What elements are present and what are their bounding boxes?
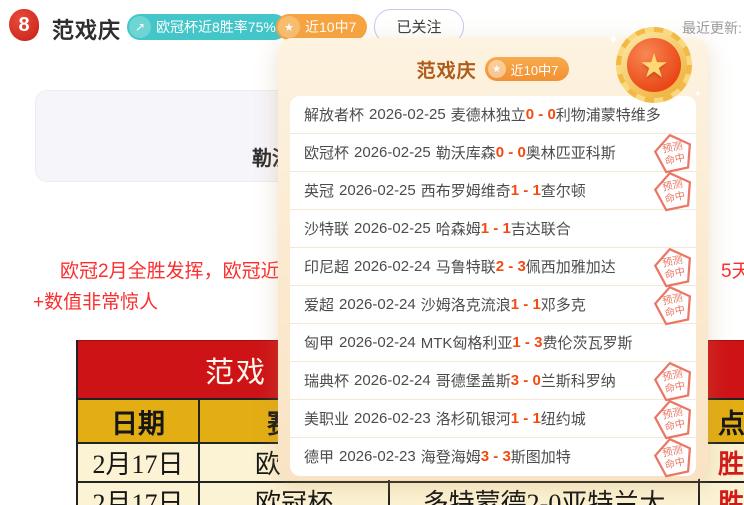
match-home: 勒沃库森: [436, 142, 496, 163]
match-score: 0 - 0: [526, 106, 556, 123]
last-update-label: 最近更新:: [682, 18, 742, 38]
match-away: 兰斯科罗纳: [541, 370, 616, 391]
match-home: 哈森姆: [436, 218, 481, 239]
match-home: 马鲁特联: [436, 256, 496, 277]
match-league: 印尼超: [304, 256, 349, 277]
match-home: 哥德堡盖斯: [436, 370, 511, 391]
match-away: 奥林匹亚科斯: [526, 142, 616, 163]
table-row: 2月17日 欧冠杯 多特蒙德2-0亚特兰大 胜: [78, 481, 744, 505]
popup-hits-badge-label: 近10中7: [511, 60, 559, 79]
match-row[interactable]: 英冠 2026-02-25 西布罗姆维奇 1 - 1 查尔顿 预测命中: [290, 172, 696, 210]
match-row[interactable]: 匈甲 2026-02-24 MTK匈格利亚 1 - 3 费伦茨瓦罗斯 预测命中: [290, 324, 696, 362]
match-home: 沙姆洛克流浪: [421, 294, 511, 315]
win-rate-badge-label: 欧冠杯近8胜率75%: [156, 17, 276, 37]
logo-glyph: 8: [18, 14, 29, 37]
match-away: 利物浦蒙特维多: [556, 104, 661, 125]
prediction-hit-stamp-icon: 预测命中: [649, 280, 698, 329]
match-score: 2 - 3: [496, 258, 526, 275]
match-home: 麦德林独立: [451, 104, 526, 125]
match-row[interactable]: 欧冠杯 2026-02-25 勒沃库森 0 - 0 奥林匹亚科斯 预测命中: [290, 134, 696, 172]
prediction-hit-stamp-icon: 预测命中: [649, 166, 698, 215]
match-date: 2026-02-23: [354, 410, 431, 427]
site-logo-icon[interactable]: 8: [9, 9, 39, 41]
match-date: 2026-02-24: [339, 334, 416, 351]
match-list: 解放者杯 2026-02-25 麦德林独立 0 - 0 利物浦蒙特维多 预测命中…: [290, 96, 696, 476]
cell-result: 胜: [700, 483, 744, 505]
prediction-hit-stamp-icon: 预测命中: [649, 432, 698, 481]
match-score: 1 - 1: [511, 296, 541, 313]
match-row[interactable]: 解放者杯 2026-02-25 麦德林独立 0 - 0 利物浦蒙特维多 预测命中: [290, 96, 696, 134]
match-league: 美职业: [304, 408, 349, 429]
promo-text-line1-right: 5天: [721, 256, 744, 283]
match-league: 英冠: [304, 180, 334, 201]
match-row[interactable]: 德甲 2026-02-23 海登海姆 3 - 3 斯图加特 预测命中: [290, 438, 696, 475]
cell-event: 欧冠杯: [200, 483, 390, 505]
popup-expert-name: 范戏庆: [417, 56, 477, 83]
match-home: 西布罗姆维奇: [421, 180, 511, 201]
match-league: 欧冠杯: [304, 142, 349, 163]
match-score: 1 - 1: [511, 182, 541, 199]
match-league: 匈甲: [304, 332, 334, 353]
match-date: 2026-02-24: [339, 296, 416, 313]
match-date: 2026-02-25: [354, 220, 431, 237]
match-away: 吉达联合: [511, 218, 571, 239]
match-score: 3 - 3: [481, 448, 511, 465]
match-row[interactable]: 沙特联 2026-02-25 哈森姆 1 - 1 吉达联合 预测命中: [290, 210, 696, 248]
match-away: 费伦茨瓦罗斯: [542, 332, 632, 353]
popup-header: 范戏庆 ★ 近10中7: [278, 38, 708, 83]
header-date: 日期: [78, 400, 200, 442]
match-league: 瑞典杯: [304, 370, 349, 391]
cell-date: 2月17日: [78, 444, 200, 481]
promo-text-line1: 欧冠2月全胜发挥，欧冠近: [60, 256, 280, 283]
match-date: 2026-02-24: [354, 372, 431, 389]
cell-date: 2月17日: [78, 483, 200, 505]
match-date: 2026-02-25: [339, 182, 416, 199]
match-date: 2026-02-24: [354, 258, 431, 275]
promo-text-line2: +数值非常惊人: [33, 287, 158, 314]
match-score: 1 - 1: [511, 410, 541, 427]
recent-hits-badge: ★ 近10中7: [276, 14, 367, 40]
match-row[interactable]: 印尼超 2026-02-24 马鲁特联 2 - 3 佩西加雅加达 预测命中: [290, 248, 696, 286]
match-score: 1 - 1: [481, 220, 511, 237]
match-score: 1 - 3: [512, 334, 542, 351]
match-league: 爱超: [304, 294, 334, 315]
match-home: 洛杉矶银河: [436, 408, 511, 429]
match-home: 海登海姆: [421, 446, 481, 467]
win-rate-badge: ↗ 欧冠杯近8胜率75%: [127, 14, 287, 40]
expert-name: 范戏庆: [52, 13, 121, 45]
match-away: 邓多克: [541, 294, 586, 315]
match-row[interactable]: 爱超 2026-02-24 沙姆洛克流浪 1 - 1 邓多克 预测命中: [290, 286, 696, 324]
star-icon: ★: [488, 60, 506, 78]
arrow-up-icon: ↗: [129, 16, 151, 38]
match-away: 斯图加特: [511, 446, 571, 467]
match-score: 0 - 0: [496, 144, 526, 161]
match-away: 查尔顿: [541, 180, 586, 201]
match-date: 2026-02-23: [339, 448, 416, 465]
match-home: MTK匈格利亚: [421, 332, 513, 353]
match-away: 佩西加雅加达: [526, 256, 616, 277]
match-league: 解放者杯: [304, 104, 364, 125]
recent-hits-badge-label: 近10中7: [305, 17, 356, 37]
page: 8 范戏庆 ↗ 欧冠杯近8胜率75% ★ 近10中7 已关注 最近更新: 勒沃 …: [0, 0, 744, 505]
match-away: 纽约城: [541, 408, 586, 429]
popup-hits-badge: ★ 近10中7: [485, 57, 570, 81]
expert-recent-results-popup: 范戏庆 ★ 近10中7 解放者杯 2026-02-25 麦德林独立 0 - 0 …: [278, 38, 708, 480]
match-league: 沙特联: [304, 218, 349, 239]
match-score: 3 - 0: [511, 372, 541, 389]
match-row[interactable]: 美职业 2026-02-23 洛杉矶银河 1 - 1 纽约城 预测命中: [290, 400, 696, 438]
star-icon: ★: [278, 16, 300, 38]
match-row[interactable]: 瑞典杯 2026-02-24 哥德堡盖斯 3 - 0 兰斯科罗纳 预测命中: [290, 362, 696, 400]
cell-detail: 多特蒙德2-0亚特兰大: [390, 483, 700, 505]
match-date: 2026-02-25: [369, 106, 446, 123]
match-date: 2026-02-25: [354, 144, 431, 161]
history-table-title-text: 范戏: [205, 349, 267, 391]
match-league: 德甲: [304, 446, 334, 467]
